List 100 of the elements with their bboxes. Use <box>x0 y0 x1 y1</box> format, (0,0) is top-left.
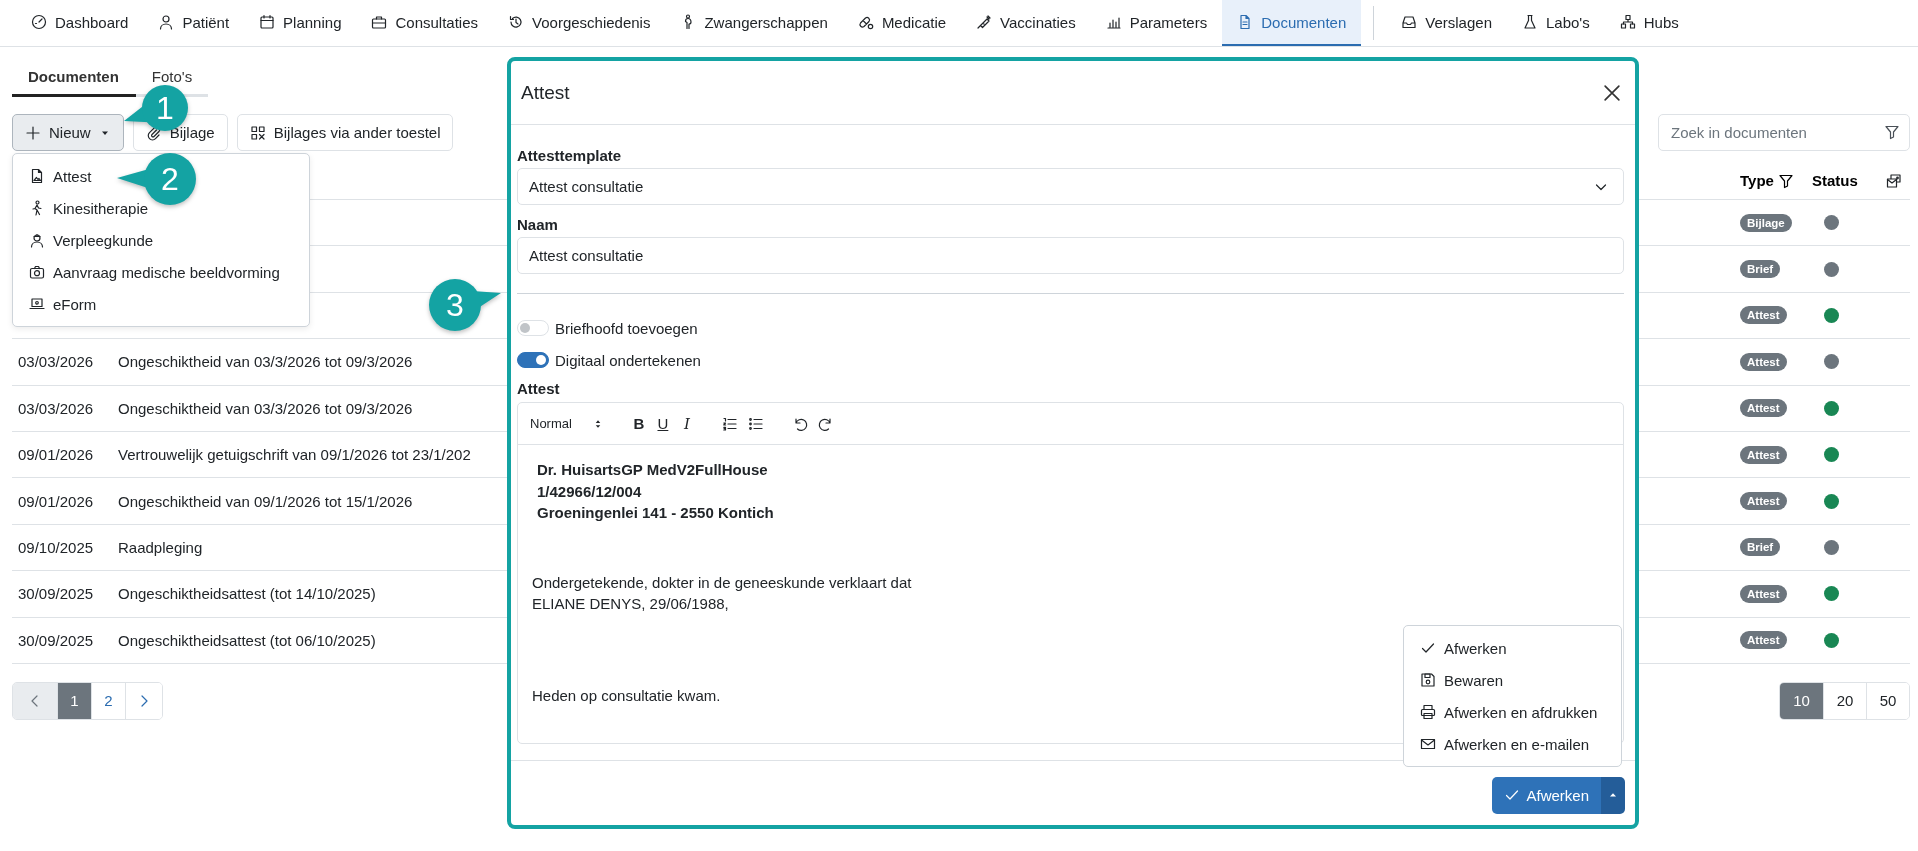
type-tag: Attest <box>1740 399 1787 418</box>
type-tag: Attest <box>1740 306 1787 325</box>
date-cell: 09/01/2026 <box>18 446 94 464</box>
type-tag: Bijlage <box>1740 213 1792 232</box>
toggle-switch[interactable] <box>517 352 549 368</box>
text-field[interactable]: Attest consultatie <box>517 237 1624 274</box>
menu-item[interactable]: Aanvraag medische beeldvorming <box>13 256 296 288</box>
callout-tooltip: 3 <box>429 279 501 331</box>
nav-tab[interactable]: Verslagen <box>1386 0 1507 46</box>
toggle-label: Digitaal ondertekenen <box>555 351 701 369</box>
briefcase-icon <box>371 14 388 30</box>
bullet-list-button[interactable] <box>747 415 764 432</box>
menu-item[interactable]: Verpleegkunde <box>13 224 170 256</box>
nurse-icon <box>29 232 45 248</box>
envelope-icon <box>1420 736 1436 752</box>
nav-tab[interactable]: Planning <box>244 0 357 46</box>
title-cell: Ongeschiktheidsattest (tot 14/10/2025) <box>118 585 376 603</box>
nav-tab[interactable]: Dashboard <box>16 0 144 46</box>
title-cell: Raadpleging <box>118 538 203 556</box>
camera-icon <box>29 264 45 280</box>
type-tag: Attest <box>1740 352 1787 371</box>
text-line: Dr. HuisartsGP MedV2FullHouse <box>537 460 768 480</box>
date-cell: 09/01/2026 <box>18 492 94 510</box>
nav-tab[interactable]: Patiënt <box>143 0 245 46</box>
dialog-title: Attest <box>521 81 570 104</box>
title-cell: Vertrouwelijk getuigschrift van 09/1/2026 tot 23/1/202 <box>118 446 471 464</box>
title-cell: Ongeschiktheid van 03/3/2026 tot 09/3/2026 <box>118 399 413 417</box>
date-cell: 30/09/2025 <box>18 585 94 603</box>
pills-icon <box>857 14 874 30</box>
nav-tab[interactable]: Documenten <box>1222 0 1362 46</box>
search-field[interactable]: Zoek in documenten <box>1658 114 1910 151</box>
finish-button[interactable]: Afwerken <box>1492 776 1601 814</box>
field-label: Attesttemplate <box>517 147 623 164</box>
date-cell: 03/03/2026 <box>18 353 94 371</box>
field-label: Naam <box>517 216 559 233</box>
page-button[interactable]: 1 <box>57 682 91 719</box>
syringe-icon <box>976 14 993 30</box>
menu-item[interactable]: Afwerken <box>1404 632 1523 664</box>
text-line: ELIANE DENYS, 29/06/1988, <box>532 594 729 614</box>
type-tag: Attest <box>1740 445 1787 464</box>
dropdown-toggle-button[interactable] <box>1601 776 1625 814</box>
toolbar-button[interactable]: Bijlages via ander toestel <box>236 114 454 151</box>
type-tag: Attest <box>1740 584 1787 603</box>
filter-icon <box>1884 124 1900 140</box>
history-icon <box>508 14 525 30</box>
type-tag: Brief <box>1740 538 1781 557</box>
title-cell: Ongeschiktheid van 09/1/2026 tot 15/1/2026 <box>118 492 413 510</box>
gauge-icon <box>31 14 47 30</box>
format-button[interactable]: U <box>655 415 670 432</box>
person-icon <box>158 14 175 30</box>
calendar-icon <box>259 14 276 30</box>
nav-tab[interactable]: Hubs <box>1604 0 1694 46</box>
qr-code-icon <box>249 124 266 141</box>
network-icon <box>1619 14 1636 30</box>
column-header: Status <box>1812 172 1858 189</box>
format-button[interactable]: I <box>679 414 694 433</box>
nav-tab[interactable]: Labo's <box>1507 0 1605 46</box>
callout-tooltip: 2 <box>117 153 196 205</box>
page-size-button[interactable]: 50 <box>1866 682 1909 719</box>
nav-tab[interactable]: Parameters <box>1090 0 1223 46</box>
text-line: Groeningenlei 141 - 2550 Kontich <box>537 503 774 523</box>
type-tag: Attest <box>1740 492 1787 511</box>
tab[interactable]: Documenten <box>12 60 136 97</box>
page-size-button[interactable]: 10 <box>1780 682 1823 719</box>
ordered-list-button[interactable] <box>721 415 738 432</box>
menu-item[interactable]: Bewaren <box>1404 664 1520 696</box>
inbox-icon <box>1401 14 1418 30</box>
numbered-list-icon <box>721 415 738 432</box>
format-button[interactable]: B <box>631 415 646 432</box>
column-header: Type <box>1740 172 1774 189</box>
text-line: Heden op consultatie kwam. <box>532 685 721 706</box>
nav-tab[interactable]: Voorgeschiedenis <box>493 0 666 46</box>
menu-item[interactable]: Afwerken en afdrukken <box>1404 696 1614 728</box>
nav-tab[interactable]: Zwangerschappen <box>665 0 843 46</box>
date-cell: 03/03/2026 <box>18 399 94 417</box>
date-cell: 09/10/2025 <box>18 538 94 556</box>
text-line: Ondergetekende, dokter in de geneeskunde verklaart dat <box>532 572 912 593</box>
type-tag: Brief <box>1740 260 1781 279</box>
envelope-stack-icon <box>1886 172 1902 189</box>
nav-tab[interactable]: Vaccinaties <box>961 0 1091 46</box>
new-button[interactable]: Nieuw <box>12 114 124 151</box>
plus-icon <box>25 124 41 141</box>
date-cell: 30/09/2025 <box>18 631 94 649</box>
type-tag: Attest <box>1740 631 1787 650</box>
menu-item[interactable]: eForm <box>13 288 113 320</box>
format-select[interactable]: Normal <box>530 416 604 431</box>
document-icon <box>29 168 45 184</box>
printer-icon <box>1420 704 1436 720</box>
bullet-list-icon <box>747 415 764 432</box>
nav-tab[interactable]: Consultaties <box>356 0 494 46</box>
flask-icon <box>1522 14 1538 30</box>
select-field[interactable]: Attest consultatie <box>517 168 1624 205</box>
laptop-icon <box>29 296 45 312</box>
field-label: Attest <box>517 380 561 397</box>
title-cell: Ongeschiktheidsattest (tot 06/10/2025) <box>118 631 376 649</box>
text-line: 1/42966/12/004 <box>537 481 642 502</box>
toggle-label: Briefhoofd toevoegen <box>555 319 698 337</box>
nav-tab[interactable]: Medicatie <box>842 0 962 46</box>
menu-item[interactable]: Attest <box>13 160 108 192</box>
title-cell: Ongeschiktheid van 03/3/2026 tot 09/3/2026 <box>118 353 413 371</box>
